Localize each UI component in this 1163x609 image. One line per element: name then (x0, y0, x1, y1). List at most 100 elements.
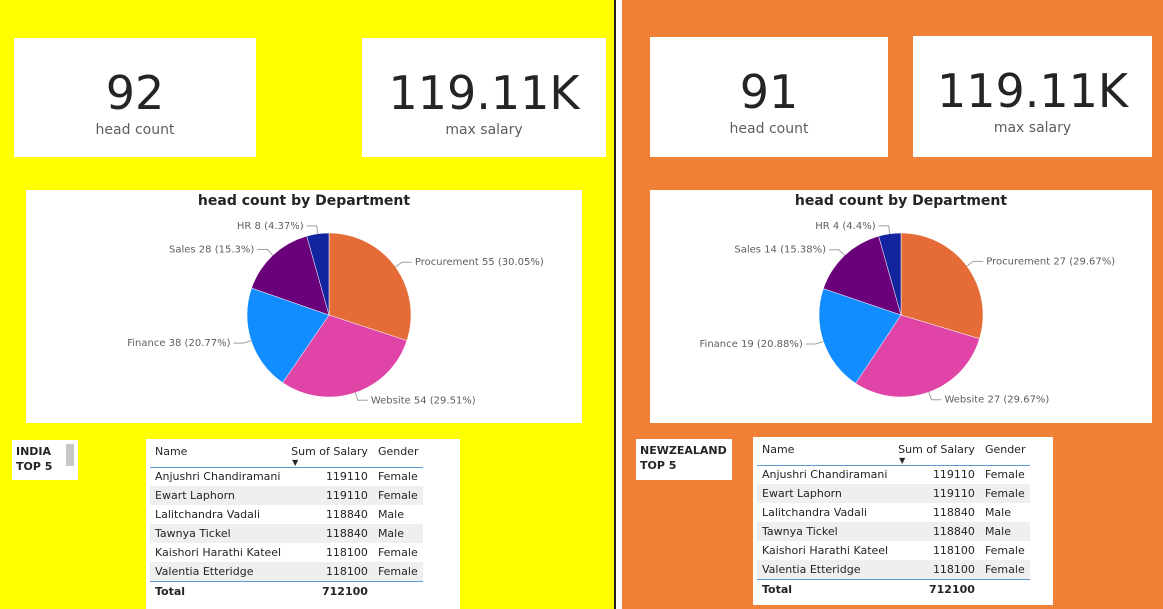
cell-salary: 118100 (893, 560, 980, 579)
leader-line (805, 340, 824, 345)
pie-chart-svg: head count by Department Procurement 55 … (127, 193, 544, 406)
top-salary-table[interactable]: Name Sum of Salary ▼ Gender Anjushri Chan… (146, 439, 460, 609)
table-row[interactable]: Valentia Etteridge 118100 Female (757, 560, 1031, 579)
leader-line (928, 391, 942, 401)
cell-name: Kaishori Harathi Kateel (762, 544, 889, 557)
cell-name: Lalitchandra Vadali (762, 506, 868, 519)
slice-label-finance: Finance 19 (20.88%) (700, 339, 803, 350)
cell-gender: Female (979, 484, 1031, 503)
cell-name: Tawnya Tickel (757, 522, 894, 541)
leader-line (878, 225, 891, 234)
column-header-salary[interactable]: Sum of Salary ▼ (286, 439, 373, 468)
cell-name: Tawnya Tickel (150, 524, 287, 543)
table-row[interactable]: Tawnya Tickel 118840 Male (757, 522, 1031, 541)
cell-name: Valentia Etteridge (150, 562, 287, 581)
table-row[interactable]: Valentia Etteridge 118100 Female (150, 562, 424, 581)
table-row[interactable]: Kaishori Harathi Kateel 118100 Female (150, 543, 423, 562)
chart-title: head count by Department (198, 193, 410, 209)
cell-salary: 119110 (325, 470, 368, 484)
cell-gender: Female (984, 468, 1025, 482)
max-salary-card[interactable]: 119.11K max salary (362, 38, 606, 157)
column-header-gender[interactable]: Gender (979, 437, 1031, 466)
panel-divider (614, 0, 622, 609)
cell-gender: Female (979, 560, 1031, 579)
leader-line (233, 340, 252, 344)
cell-gender: Female (377, 546, 418, 559)
column-header-salary-label: Sum of Salary (291, 445, 368, 458)
country-tag[interactable]: INDIA TOP 5 (12, 440, 78, 480)
head-count-value: 91 (739, 65, 799, 119)
cell-gender: Male (377, 508, 404, 521)
cell-salary: 118840 (325, 508, 368, 521)
slice-label-hr: HR 4 (4.4%) (815, 221, 875, 232)
table-total-row: Total 712100 (757, 578, 1031, 599)
table-row[interactable]: Ewart Laphorn 119110 Female (150, 486, 424, 505)
table-row[interactable]: Lalitchandra Vadali 118840 Male (150, 505, 423, 524)
salary-table: Name Sum of Salary ▼ Gender Anjushri Chan… (757, 437, 1031, 599)
cell-salary: 119110 (893, 484, 980, 503)
max-salary-label: max salary (445, 122, 523, 138)
head-count-card[interactable]: 91 head count (650, 37, 888, 157)
pie-chart-svg: head count by Department Procurement 27 … (700, 193, 1116, 406)
column-header-gender[interactable]: Gender (372, 439, 424, 468)
country-tag[interactable]: NEWZEALAND TOP 5 (636, 439, 732, 480)
table-row[interactable]: Kaishori Harathi Kateel 118100 Female (757, 541, 1030, 560)
head-count-label: head count (729, 121, 809, 137)
head-count-value: 92 (105, 66, 165, 120)
cell-name: Valentia Etteridge (757, 560, 894, 579)
total-empty-cell (372, 580, 424, 601)
table-total-row: Total 712100 (150, 580, 424, 601)
slice-label-sales: Sales 14 (15.38%) (734, 245, 826, 256)
sort-desc-icon: ▼ (899, 455, 906, 465)
cell-salary: 118840 (893, 522, 980, 541)
cell-name: Anjushri Chandiramani (155, 470, 281, 484)
column-header-salary-label: Sum of Salary (898, 443, 975, 456)
total-label: Total (150, 580, 287, 601)
department-pie-chart[interactable]: head count by Department Procurement 55 … (26, 190, 582, 423)
max-salary-label: max salary (993, 120, 1072, 136)
leader-line (257, 248, 274, 256)
table-row[interactable]: Anjushri Chandiramani 119110 Female (757, 465, 1030, 484)
slice-label-website: Website 54 (29.51%) (371, 395, 476, 406)
slice-label-finance: Finance 38 (20.77%) (127, 338, 230, 349)
column-header-name[interactable]: Name (150, 439, 287, 468)
scrollbar[interactable] (66, 444, 74, 466)
cell-salary: 118840 (286, 524, 373, 543)
cell-name: Ewart Laphorn (150, 486, 287, 505)
slice-label-website: Website 27 (29.67%) (944, 395, 1049, 406)
cell-salary: 119110 (932, 468, 975, 482)
cell-name: Anjushri Chandiramani (762, 468, 888, 482)
leader-line (306, 225, 319, 234)
table-row[interactable]: Tawnya Tickel 118840 Male (150, 524, 424, 543)
cell-salary: 118100 (325, 546, 368, 559)
salary-table: Name Sum of Salary ▼ Gender Anjushri Chan… (150, 439, 424, 601)
cell-salary: 118840 (932, 506, 975, 519)
cell-gender: Male (372, 524, 424, 543)
max-salary-value: 119.11K (936, 64, 1129, 118)
max-salary-card[interactable]: 119.11K max salary (913, 36, 1152, 157)
column-header-name[interactable]: Name (757, 437, 894, 466)
column-header-salary[interactable]: Sum of Salary ▼ (893, 437, 980, 466)
head-count-card[interactable]: 92 head count (14, 38, 256, 157)
sort-desc-icon: ▼ (292, 457, 299, 467)
slice-label-procurement: Procurement 55 (30.05%) (415, 257, 544, 268)
slice-label-sales: Sales 28 (15.3%) (169, 244, 254, 255)
top-salary-table[interactable]: Name Sum of Salary ▼ Gender Anjushri Chan… (753, 437, 1053, 605)
cell-salary: 119110 (286, 486, 373, 505)
top-label: TOP 5 (640, 459, 677, 472)
cell-gender: Male (979, 522, 1031, 541)
head-count-label: head count (95, 122, 175, 138)
cell-gender: Female (377, 470, 418, 484)
department-pie-chart[interactable]: head count by Department Procurement 27 … (650, 190, 1152, 423)
cell-gender: Female (984, 544, 1025, 557)
newzealand-panel: 91 head count 119.11K max salary head co… (622, 0, 1163, 609)
table-row[interactable]: Ewart Laphorn 119110 Female (757, 484, 1031, 503)
total-value: 712100 (286, 580, 373, 601)
table-row[interactable]: Anjushri Chandiramani 119110 Female (150, 467, 423, 486)
country-name: NEWZEALAND (640, 444, 727, 457)
slice-label-procurement: Procurement 27 (29.67%) (986, 256, 1115, 267)
max-salary-value: 119.11K (388, 66, 580, 120)
table-row[interactable]: Lalitchandra Vadali 118840 Male (757, 503, 1030, 522)
chart-title: head count by Department (795, 193, 1007, 209)
cell-salary: 118100 (286, 562, 373, 581)
